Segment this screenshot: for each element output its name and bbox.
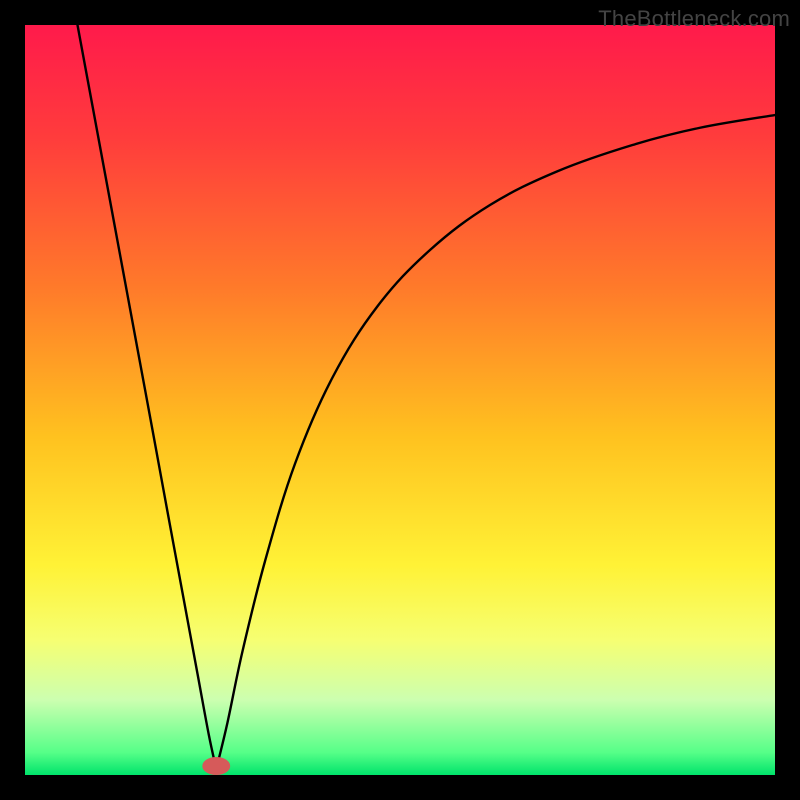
optimum-marker bbox=[202, 757, 230, 775]
bottleneck-chart bbox=[25, 25, 775, 775]
chart-frame bbox=[25, 25, 775, 775]
watermark-text: TheBottleneck.com bbox=[598, 6, 790, 32]
